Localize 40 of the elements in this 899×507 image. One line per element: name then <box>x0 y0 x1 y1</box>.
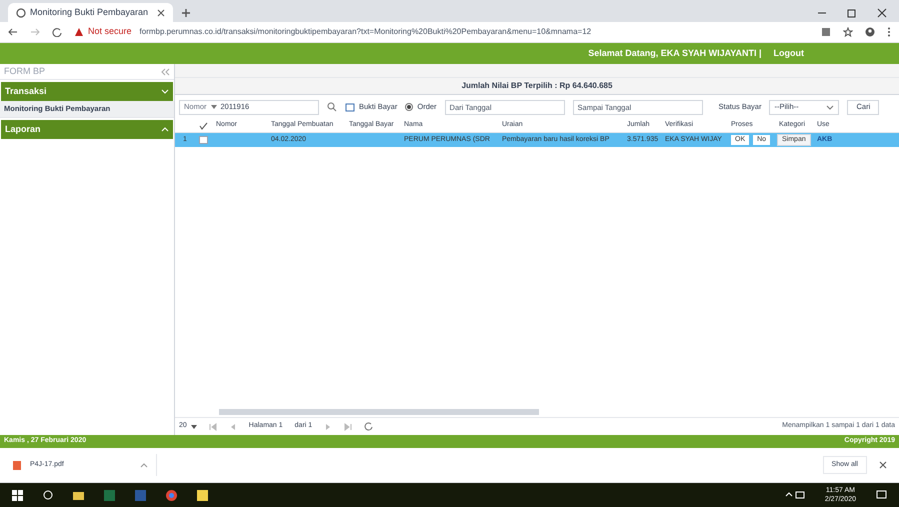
warning-icon[interactable] <box>74 27 84 37</box>
address-field[interactable]: formbp.perumnas.co.id/transaksi/monitoringbuktipembayaran?txt=Monitoring%20Bukti%20Pembayaran&menu=10&mnama=12 <box>140 26 592 38</box>
caret-icon[interactable] <box>210 104 217 110</box>
star-icon[interactable] <box>843 27 853 37</box>
calendar-icon[interactable] <box>345 102 355 112</box>
document-icon[interactable] <box>135 490 146 500</box>
restore-icon[interactable] <box>847 8 857 18</box>
menu-icon[interactable] <box>887 27 891 37</box>
notification-icon[interactable] <box>876 490 887 500</box>
check-icon[interactable] <box>199 122 208 130</box>
chevron-up-icon[interactable] <box>140 462 148 468</box>
tray-icon[interactable] <box>784 490 805 500</box>
close-icon[interactable] <box>879 461 887 469</box>
security-label: Not secure <box>88 25 132 38</box>
close-icon[interactable] <box>157 8 165 16</box>
windows-icon[interactable] <box>12 490 23 500</box>
sidebar-group[interactable]: Laporan <box>1 120 173 139</box>
file-icon[interactable] <box>12 460 22 470</box>
chevron-down-icon[interactable] <box>826 104 834 110</box>
reload-icon[interactable] <box>52 27 62 37</box>
welcome-text: Selamat Datang, EKA SYAH WIJAYANTI | <box>588 46 762 60</box>
close-icon[interactable] <box>877 8 887 18</box>
browser-tab[interactable]: Monitoring Bukti Pembayaran <box>8 3 173 22</box>
browser-icon[interactable] <box>166 490 177 500</box>
refresh-icon[interactable] <box>364 422 374 431</box>
spreadsheet-icon[interactable] <box>104 490 115 500</box>
folder-icon[interactable] <box>73 490 84 500</box>
sidebar-group[interactable]: Transaksi <box>1 82 173 101</box>
search-icon[interactable] <box>327 102 337 112</box>
scrollbar-thumb[interactable] <box>219 409 539 415</box>
back-icon[interactable] <box>8 27 18 37</box>
account-icon[interactable] <box>865 27 875 37</box>
panel-title: Jumlah Nilai BP Terpilih : Rp 64.640.685 <box>462 80 612 92</box>
row-checkbox[interactable] <box>199 136 208 144</box>
task-view-icon[interactable] <box>43 490 53 500</box>
radio-icon[interactable] <box>405 103 414 111</box>
plus-icon[interactable] <box>181 8 191 18</box>
note-icon[interactable] <box>197 490 208 500</box>
caret-icon[interactable] <box>190 424 197 430</box>
sidebar-title: FORM BP <box>4 64 46 78</box>
